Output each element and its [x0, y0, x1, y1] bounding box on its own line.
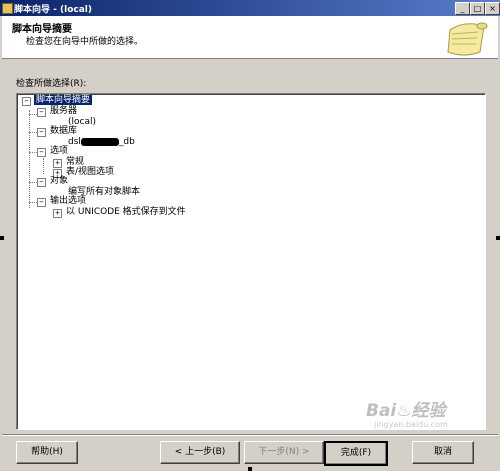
close-icon[interactable]: ×: [485, 2, 500, 15]
tree-node-options[interactable]: 选项: [50, 146, 68, 157]
tree-node-database[interactable]: 数据库: [50, 126, 77, 137]
wizard-header: 脚本向导摘要 检查您在向导中所做的选择。: [2, 16, 498, 59]
back-button[interactable]: < 上一步(B): [160, 441, 240, 464]
collapse-icon[interactable]: −: [22, 97, 31, 106]
tree-node-label: 脚本向导摘要: [34, 95, 93, 105]
summary-tree[interactable]: − 脚本向导摘要 − 服务器 (local) − 数据库 dsl _db − 选项…: [16, 93, 486, 430]
tree-node-root[interactable]: 脚本向导摘要: [34, 95, 93, 106]
tree-node-objects[interactable]: 对象: [50, 176, 68, 187]
tree-line: [43, 158, 44, 174]
tree-line: [29, 132, 37, 133]
tree-line: [29, 182, 37, 183]
expand-icon[interactable]: +: [53, 209, 62, 218]
wizard-window: 脚本向导 - (local) _ □ × 脚本向导摘要 检查您在向导中所做的选择…: [0, 0, 500, 471]
help-button[interactable]: 帮助(H): [16, 441, 78, 464]
collapse-icon[interactable]: −: [37, 108, 46, 117]
minimize-icon[interactable]: _: [455, 2, 470, 15]
collapse-icon[interactable]: −: [37, 148, 46, 157]
title-bar: 脚本向导 - (local) _ □ ×: [0, 0, 500, 16]
resize-handle[interactable]: [496, 236, 500, 240]
watermark-url: jingyan.baidu.com: [374, 420, 448, 429]
db-name-suffix: _db: [118, 137, 135, 147]
next-button[interactable]: 下一步(N) >: [244, 441, 324, 464]
db-name-prefix: dsl: [68, 137, 81, 147]
tree-node-table-view[interactable]: 表/视图选项: [66, 167, 114, 178]
maximize-icon[interactable]: □: [470, 2, 485, 15]
redaction-mark: [80, 137, 119, 146]
tree-node-output[interactable]: 输出选项: [50, 196, 86, 207]
app-icon: [2, 3, 13, 14]
window-title: 脚本向导 - (local): [14, 5, 92, 15]
resize-handle[interactable]: [248, 467, 252, 471]
tree-line: [29, 202, 37, 203]
expand-icon[interactable]: +: [53, 159, 62, 168]
page-title: 脚本向导摘要: [12, 24, 72, 35]
footer-divider: [2, 434, 498, 436]
tree-line: [29, 152, 37, 153]
tree-node-database-name[interactable]: dsl _db: [68, 137, 135, 148]
collapse-icon[interactable]: −: [37, 128, 46, 137]
resize-handle[interactable]: [0, 236, 4, 240]
collapse-icon[interactable]: −: [37, 178, 46, 187]
tree-node-server[interactable]: 服务器: [50, 106, 77, 117]
finish-button[interactable]: 完成(F): [324, 441, 388, 466]
tree-line: [29, 110, 30, 208]
review-label: 检查所做选择(R):: [16, 79, 87, 89]
scroll-icon: [447, 22, 488, 56]
tree-node-output-detail[interactable]: 以 UNICODE 格式保存到文件: [66, 207, 186, 218]
collapse-icon[interactable]: −: [37, 198, 46, 207]
tree-line: [29, 114, 37, 115]
page-subtitle: 检查您在向导中所做的选择。: [26, 37, 144, 47]
watermark-logo: Bai♨经验: [366, 401, 446, 421]
cancel-button[interactable]: 取消: [412, 441, 474, 464]
